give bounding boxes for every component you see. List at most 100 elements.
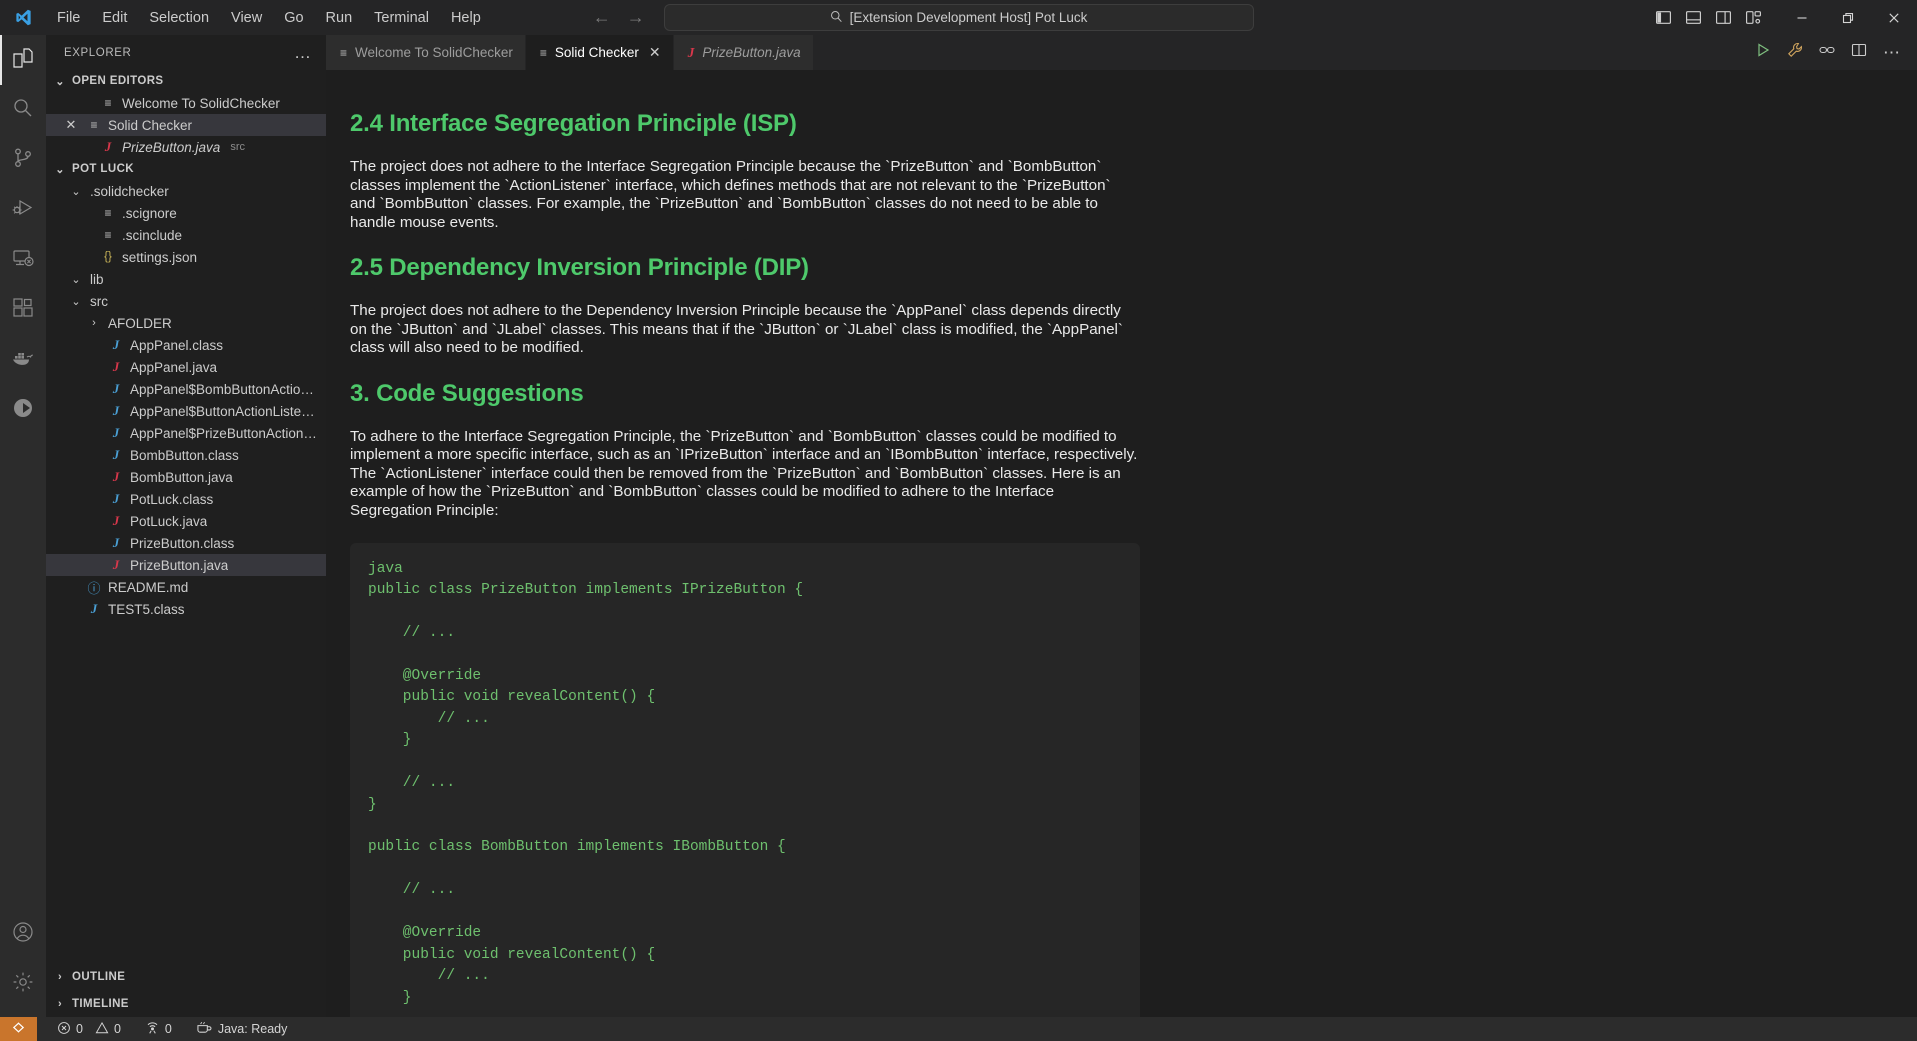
- tree-item-bombbutton-java[interactable]: J BombButton.java: [46, 466, 326, 488]
- link-icon[interactable]: [1819, 42, 1835, 63]
- tree-item-bombbutton-class[interactable]: J BombButton.class: [46, 444, 326, 466]
- close-editor-icon[interactable]: ✕: [62, 117, 80, 133]
- java-class-icon: J: [112, 337, 120, 352]
- tree-item-potluck-java[interactable]: J PotLuck.java: [46, 510, 326, 532]
- sidebar-more-actions-icon[interactable]: …: [294, 43, 312, 63]
- ports-icon: [145, 1020, 160, 1038]
- menu-edit[interactable]: Edit: [91, 7, 138, 29]
- close-tab-icon[interactable]: ✕: [649, 44, 661, 61]
- run-icon[interactable]: [1755, 42, 1771, 63]
- text-file-icon: ≡: [104, 206, 112, 220]
- toggle-primary-sidebar-icon[interactable]: [1653, 8, 1673, 28]
- activity-item-search[interactable]: [0, 85, 46, 135]
- tree-item-scinclude[interactable]: ≡ .scinclude: [46, 224, 326, 246]
- open-editor-item[interactable]: ≡ Welcome To SolidChecker: [46, 92, 326, 114]
- explorer-sidebar: EXPLORER … ⌄ OPEN EDITORS ≡ Welcome To S…: [46, 35, 326, 1017]
- tree-item-scignore[interactable]: ≡ .scignore: [46, 202, 326, 224]
- search-icon: [11, 96, 35, 125]
- wrench-icon[interactable]: [1787, 42, 1803, 63]
- java-class-icon: J: [112, 491, 120, 506]
- menu-go[interactable]: Go: [273, 7, 314, 29]
- activity-item-remote-explorer[interactable]: [0, 235, 46, 285]
- preview-file-icon: ≡: [104, 96, 112, 110]
- tree-item-afolder[interactable]: › AFOLDER: [46, 312, 326, 334]
- chevron-right-icon: ›: [57, 997, 63, 1010]
- section-workspace[interactable]: ⌄ POT LUCK: [46, 158, 326, 180]
- toggle-secondary-sidebar-icon[interactable]: [1713, 8, 1733, 28]
- activity-item-manage[interactable]: [0, 959, 46, 1009]
- tree-item-apppanel-class[interactable]: J AppPanel.class: [46, 334, 326, 356]
- tab-welcome-to-solidchecker[interactable]: ≡ Welcome To SolidChecker: [326, 35, 526, 70]
- close-icon[interactable]: [1871, 0, 1917, 35]
- tree-item-apppanel-bombbuttonactionlistener-class[interactable]: J AppPanel$BombButtonActionListener.cl..…: [46, 378, 326, 400]
- activity-item-accounts[interactable]: [0, 909, 46, 959]
- tree-item-src[interactable]: ⌄ src: [46, 290, 326, 312]
- tree-item-readme-md[interactable]: ⓘ README.md: [46, 576, 326, 598]
- java-source-icon: J: [112, 469, 120, 484]
- split-editor-icon[interactable]: [1851, 42, 1867, 63]
- menu-bar[interactable]: File Edit Selection View Go Run Terminal…: [46, 7, 492, 29]
- menu-file[interactable]: File: [46, 7, 91, 29]
- activity-item-extensions[interactable]: [0, 285, 46, 335]
- heading-isp: 2.4 Interface Segregation Principle (ISP…: [350, 110, 797, 137]
- tree-item-test5-class[interactable]: J TEST5.class: [46, 598, 326, 620]
- activity-item-solid-checker[interactable]: [0, 385, 46, 435]
- activity-item-run-and-debug[interactable]: [0, 185, 46, 235]
- extensions-icon: [11, 296, 35, 325]
- tree-item-solidchecker[interactable]: ⌄ .solidchecker: [46, 180, 326, 202]
- run-debug-icon: [11, 196, 35, 225]
- ports-status[interactable]: 0: [137, 1017, 180, 1041]
- tree-item-apppanel-java[interactable]: J AppPanel.java: [46, 356, 326, 378]
- more-actions-icon[interactable]: ⋯: [1883, 43, 1901, 63]
- tab-solid-checker[interactable]: ≡ Solid Checker ✕: [525, 35, 674, 70]
- markdown-file-icon: ⓘ: [87, 580, 101, 596]
- section-open-editors[interactable]: ⌄ OPEN EDITORS: [46, 70, 326, 92]
- tree-item-apppanel-buttonactionlistener-class[interactable]: J AppPanel$ButtonActionListener.class: [46, 400, 326, 422]
- activity-item-source-control[interactable]: [0, 135, 46, 185]
- tree-item-potluck-class[interactable]: J PotLuck.class: [46, 488, 326, 510]
- text-file-icon: ≡: [104, 228, 112, 242]
- section-outline[interactable]: › OUTLINE: [46, 963, 326, 990]
- arrow-right-icon[interactable]: →: [626, 7, 646, 28]
- tree-item-settings-json[interactable]: {} settings.json: [46, 246, 326, 268]
- menu-view[interactable]: View: [220, 7, 273, 29]
- open-editor-label: Welcome To SolidChecker: [122, 95, 280, 111]
- problems-status[interactable]: 0 0: [49, 1017, 129, 1041]
- tree-item-label: AppPanel$ButtonActionListener.class: [130, 403, 320, 419]
- remote-window-indicator[interactable]: [0, 1017, 37, 1041]
- java-status[interactable]: Java: Ready: [188, 1017, 295, 1041]
- menu-help[interactable]: Help: [440, 7, 492, 29]
- tree-item-prizebutton-java[interactable]: J PrizeButton.java: [46, 554, 326, 576]
- activity-item-docker[interactable]: [0, 335, 46, 385]
- java-source-icon: J: [687, 44, 695, 60]
- customize-layout-icon[interactable]: [1743, 8, 1763, 28]
- tab-bar: ≡ Welcome To SolidChecker ≡ Solid Checke…: [326, 35, 1917, 70]
- minimize-icon[interactable]: [1779, 0, 1825, 35]
- tree-item-label: AppPanel.java: [130, 359, 218, 375]
- timeline-label: TIMELINE: [72, 997, 129, 1010]
- open-editor-item[interactable]: J PrizeButton.java src: [46, 136, 326, 158]
- tree-item-label: settings.json: [122, 249, 198, 265]
- tree-item-label: AFOLDER: [108, 315, 172, 331]
- section-timeline[interactable]: › TIMELINE: [46, 990, 326, 1017]
- tree-item-apppanel-prizebuttonactionlistener-class[interactable]: J AppPanel$PrizeButtonActionListener.cla…: [46, 422, 326, 444]
- tab-prizebutton-java[interactable]: J PrizeButton.java: [673, 35, 814, 70]
- restore-icon[interactable]: [1825, 0, 1871, 35]
- outline-label: OUTLINE: [72, 970, 126, 983]
- tree-item-prizebutton-class[interactable]: J PrizeButton.class: [46, 532, 326, 554]
- arrow-left-icon[interactable]: ←: [592, 7, 612, 28]
- tree-item-label: src: [90, 293, 108, 309]
- paragraph-dip: The project does not adhere to the Depen…: [350, 302, 1123, 357]
- open-editor-item[interactable]: ✕ ≡ Solid Checker: [46, 114, 326, 136]
- tree-item-lib[interactable]: ⌄ lib: [46, 268, 326, 290]
- activity-item-explorer[interactable]: [0, 35, 46, 85]
- command-center-search[interactable]: [Extension Development Host] Pot Luck: [663, 4, 1254, 31]
- java-source-icon: J: [112, 513, 120, 528]
- menu-terminal[interactable]: Terminal: [363, 7, 440, 29]
- vscode-logo-icon: [0, 8, 46, 27]
- toggle-panel-icon[interactable]: [1683, 8, 1703, 28]
- menu-selection[interactable]: Selection: [138, 7, 220, 29]
- menu-run[interactable]: Run: [315, 7, 364, 29]
- open-editor-label: Solid Checker: [108, 117, 193, 133]
- code-block: java public class PrizeButton implements…: [350, 542, 1140, 1017]
